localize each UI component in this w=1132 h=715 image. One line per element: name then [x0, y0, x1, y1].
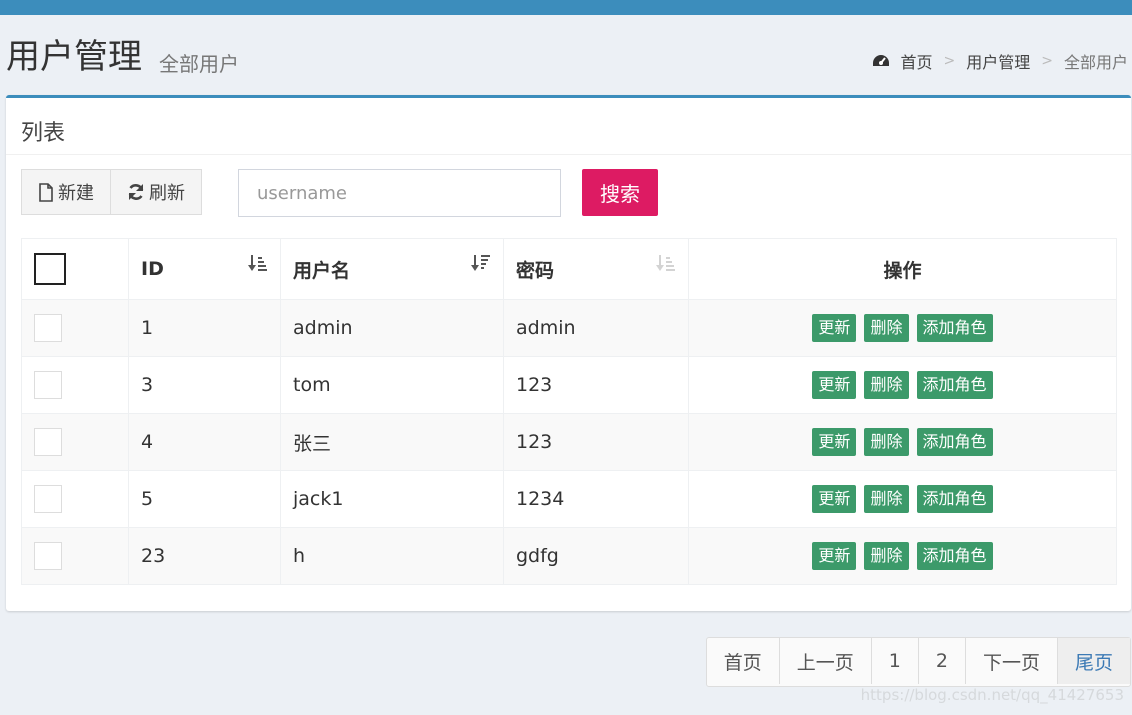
- add-role-button[interactable]: 添加角色: [916, 314, 993, 342]
- add-role-button[interactable]: 添加角色: [916, 542, 993, 570]
- table-row: 1 admin admin 更新 删除 添加角色: [21, 299, 1117, 357]
- cell-password: 1234: [503, 470, 689, 528]
- search-button[interactable]: 搜索: [582, 169, 658, 216]
- cell-password: admin: [503, 299, 689, 357]
- pagination-last[interactable]: 尾页: [1056, 638, 1130, 684]
- table-header-row: ID 用户名 密码 操作: [21, 238, 1117, 300]
- table-row: 3 tom 123 更新 删除 添加角色: [21, 356, 1117, 414]
- box-title: 列表: [21, 121, 66, 146]
- row-checkbox[interactable]: [34, 485, 62, 513]
- column-label: 用户名: [293, 259, 351, 282]
- delete-button[interactable]: 删除: [864, 542, 909, 570]
- column-label: 密码: [516, 259, 555, 282]
- row-select-cell: [21, 356, 129, 414]
- table-row: 23 h gdfg 更新 删除 添加角色: [21, 527, 1117, 585]
- column-header-username[interactable]: 用户名: [280, 238, 504, 300]
- cell-username: h: [280, 527, 504, 585]
- add-role-button[interactable]: 添加角色: [916, 428, 993, 456]
- cell-id: 1: [128, 299, 281, 357]
- row-checkbox[interactable]: [34, 371, 62, 399]
- list-box: 列表 新建 刷新 搜索: [6, 95, 1131, 611]
- breadcrumb-user-management[interactable]: 用户管理: [966, 49, 1030, 73]
- new-button[interactable]: 新建: [21, 169, 111, 215]
- update-button[interactable]: 更新: [812, 542, 857, 570]
- refresh-icon: [128, 184, 144, 200]
- table-row: 4 张三 123 更新 删除 添加角色: [21, 413, 1117, 471]
- select-all-cell: [21, 238, 129, 300]
- column-header-password[interactable]: 密码: [503, 238, 689, 300]
- column-header-id[interactable]: ID: [128, 238, 281, 300]
- refresh-button-label: 刷新: [149, 183, 185, 204]
- delete-button[interactable]: 删除: [864, 485, 909, 513]
- users-table: ID 用户名 密码 操作 1 admin admin 更新 删除 添加角色 3 …: [21, 238, 1117, 585]
- column-header-actions: 操作: [688, 238, 1117, 300]
- add-role-button[interactable]: 添加角色: [916, 485, 993, 513]
- cell-username: 张三: [280, 413, 504, 471]
- pagination-first[interactable]: 首页: [707, 638, 779, 684]
- cell-actions: 更新 删除 添加角色: [688, 299, 1117, 357]
- row-checkbox[interactable]: [34, 542, 62, 570]
- select-all-checkbox[interactable]: [34, 253, 66, 285]
- delete-button[interactable]: 删除: [864, 428, 909, 456]
- pagination-page-1[interactable]: 1: [870, 638, 918, 684]
- page-title: 用户管理: [6, 37, 142, 77]
- dashboard-icon: [873, 55, 890, 66]
- breadcrumb: 首页 > 用户管理 > 全部用户: [872, 49, 1128, 73]
- sort-icon[interactable]: [656, 253, 676, 273]
- refresh-button[interactable]: 刷新: [111, 169, 202, 215]
- pagination-next[interactable]: 下一页: [964, 638, 1057, 684]
- top-navbar: [0, 0, 1132, 15]
- row-checkbox[interactable]: [34, 314, 62, 342]
- cell-password: gdfg: [503, 527, 689, 585]
- cell-username: admin: [280, 299, 504, 357]
- cell-id: 23: [128, 527, 281, 585]
- cell-actions: 更新 删除 添加角色: [688, 356, 1117, 414]
- table-row: 5 jack1 1234 更新 删除 添加角色: [21, 470, 1117, 528]
- pagination-page-2[interactable]: 2: [917, 638, 965, 684]
- delete-button[interactable]: 删除: [864, 314, 909, 342]
- delete-button[interactable]: 删除: [864, 371, 909, 399]
- cell-password: 123: [503, 356, 689, 414]
- cell-password: 123: [503, 413, 689, 471]
- update-button[interactable]: 更新: [812, 428, 857, 456]
- pagination-prev[interactable]: 上一页: [778, 638, 871, 684]
- file-icon: [39, 182, 53, 202]
- add-role-button[interactable]: 添加角色: [916, 371, 993, 399]
- row-select-cell: [21, 413, 129, 471]
- username-search-input[interactable]: [238, 169, 561, 217]
- breadcrumb-current: 全部用户: [1063, 53, 1128, 72]
- pagination: 首页 上一页 1 2 下一页 尾页: [705, 637, 1131, 687]
- sort-desc-icon[interactable]: [471, 253, 491, 273]
- cell-actions: 更新 删除 添加角色: [688, 470, 1117, 528]
- cell-username: jack1: [280, 470, 504, 528]
- breadcrumb-separator: >: [943, 53, 956, 69]
- divider: [6, 154, 1131, 155]
- breadcrumb-separator: >: [1041, 53, 1053, 69]
- row-select-cell: [21, 527, 129, 585]
- new-button-label: 新建: [58, 183, 94, 204]
- cell-id: 5: [128, 470, 281, 528]
- row-select-cell: [21, 299, 129, 357]
- page-subtitle: 全部用户: [159, 52, 239, 76]
- cell-actions: 更新 删除 添加角色: [688, 413, 1117, 471]
- sort-asc-icon[interactable]: [248, 253, 268, 273]
- breadcrumb-home[interactable]: 首页: [900, 49, 932, 73]
- row-checkbox[interactable]: [34, 428, 62, 456]
- update-button[interactable]: 更新: [812, 371, 857, 399]
- row-select-cell: [21, 470, 129, 528]
- column-label: 操作: [883, 259, 922, 282]
- update-button[interactable]: 更新: [812, 314, 857, 342]
- watermark: https://blog.csdn.net/qq_41427653: [860, 686, 1124, 704]
- update-button[interactable]: 更新: [812, 485, 857, 513]
- column-label: ID: [141, 258, 164, 280]
- toolbar-button-group: 新建 刷新: [21, 169, 202, 215]
- cell-id: 3: [128, 356, 281, 414]
- cell-username: tom: [280, 356, 504, 414]
- cell-id: 4: [128, 413, 281, 471]
- cell-actions: 更新 删除 添加角色: [688, 527, 1117, 585]
